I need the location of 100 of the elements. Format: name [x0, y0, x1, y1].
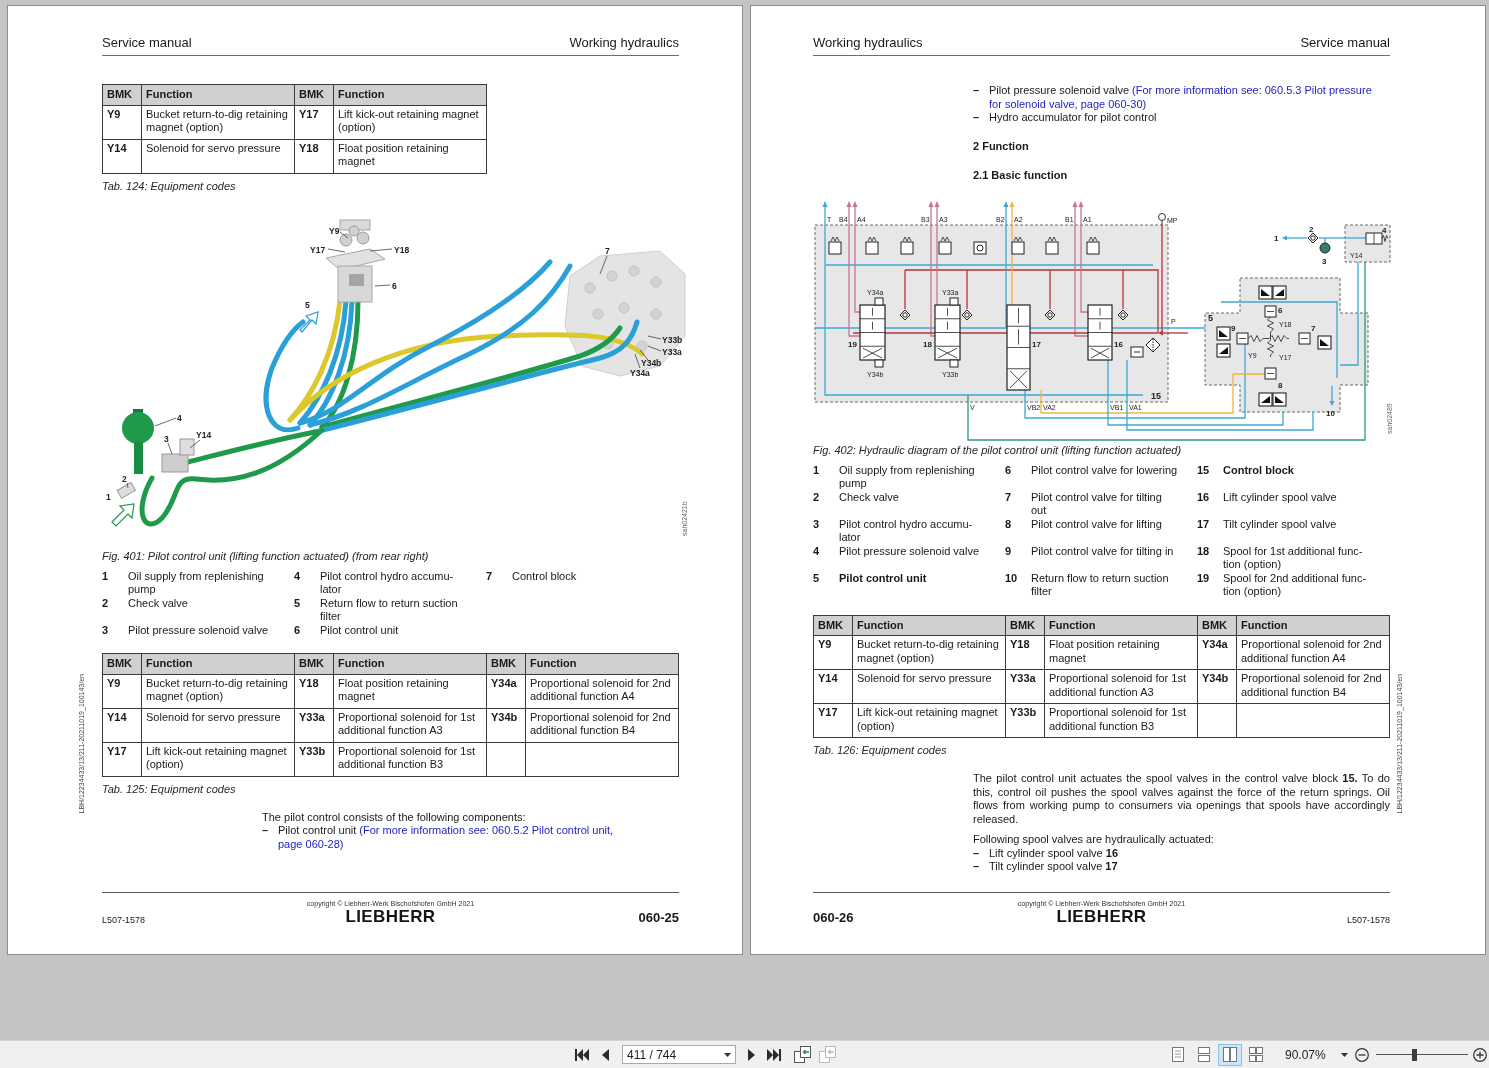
view-history-button[interactable]	[792, 1043, 812, 1066]
section-heading: 2 Function	[973, 140, 1030, 154]
table-cell: Float position retaining magnet	[333, 674, 487, 708]
continuous-two-pages-icon	[1249, 1047, 1263, 1062]
column-header: BMK	[102, 84, 142, 105]
table-cell: Y14	[102, 708, 142, 742]
table-cell: Solenoid for servo pressure	[852, 669, 1006, 704]
caption: Tab. 125: Equipment codes	[102, 781, 237, 796]
legend-number: 2	[813, 490, 821, 505]
column-header: Function	[525, 653, 679, 674]
column-header: BMK	[486, 653, 526, 674]
legend-number: 10	[1005, 571, 1019, 586]
legend-text: Pilot pressure solenoid valve	[839, 544, 981, 559]
table-cell: Y14	[813, 669, 853, 704]
legend-text: Return flow to return suction filter	[1031, 571, 1170, 599]
legend-number: 3	[813, 517, 821, 532]
caret-icon	[724, 1052, 731, 1057]
table-cell: Float position retaining magnet	[333, 139, 487, 173]
solenoid-valve-symbol	[1365, 232, 1389, 244]
callout-label: Y33a	[662, 346, 682, 357]
pilot-valve	[1298, 332, 1311, 344]
table-cell: Proportional solenoid for 1st additional function B3	[1044, 703, 1198, 738]
check-valve-symbol	[1117, 309, 1129, 320]
leader-line	[167, 442, 173, 454]
two-page-view-button[interactable]	[1218, 1043, 1242, 1066]
callout-label: 2	[122, 473, 127, 484]
leader-line	[327, 248, 346, 252]
accumulator-symbol	[1319, 242, 1331, 253]
check-valve-symbol	[961, 309, 973, 320]
last-page-icon	[767, 1048, 781, 1061]
legend-number: 9	[1005, 544, 1013, 559]
section-heading: 2.1 Basic function	[973, 169, 1069, 183]
diagram-label: 9	[1231, 323, 1236, 333]
filter-symbol	[1145, 337, 1161, 352]
gauge-port-icon	[1158, 212, 1166, 221]
table-cell: Lift kick-out retaining magnet (option)	[852, 703, 1006, 738]
pilot-valve	[1236, 332, 1249, 344]
page-number: 060-25	[638, 910, 679, 926]
table-cell: Proportional solenoid for 1st additional function B3	[333, 742, 487, 776]
legend-text: Control block	[512, 569, 578, 584]
table-cell: Y9	[102, 674, 142, 708]
legend-number: 19	[1197, 571, 1211, 586]
list-item-text: Hydro accumulator for pilot control	[989, 111, 1157, 125]
legend-number: 5	[294, 596, 302, 611]
cross-reference-link[interactable]: (For more information see: 060.5.2 Pilot control unit,	[359, 824, 614, 836]
table-cell: Proportional solenoid for 1st additional function A3	[333, 708, 487, 742]
legend-text: Pilot control hydro accumu-lator	[320, 569, 455, 597]
cross-reference-link[interactable]: (For more information see: 060.5.3 Pilot pressure	[1132, 84, 1372, 96]
column-header: Function	[1236, 615, 1390, 636]
callout-label: Y33b	[662, 334, 683, 345]
paragraph: Following spool valves are hydraulically actuated:	[973, 833, 1215, 847]
table-cell: Y33a	[294, 708, 334, 742]
table-cell: Proportional solenoid for 1st additional function A3	[1044, 669, 1198, 704]
table-cell: Proportional solenoid for 2nd additional function A4	[525, 674, 679, 708]
legend-text: Return flow to return suction filter	[320, 596, 459, 624]
page-number-field[interactable]: 411 / 744	[622, 1045, 736, 1064]
table-cell: Float position retaining magnet	[1044, 635, 1198, 670]
table-cell: Y18	[294, 139, 334, 173]
callout-label: Y14	[196, 429, 212, 440]
legend-text: Pilot control valve for tilting in	[1031, 544, 1175, 559]
port-arrow	[1329, 384, 1335, 406]
column-header: Function	[333, 84, 487, 105]
diagram-label: 18	[923, 339, 932, 349]
diagram-label: 8	[1278, 380, 1283, 390]
column-header: Function	[333, 653, 487, 674]
table-cell: Lift kick-out retaining magnet (option)	[141, 742, 295, 776]
table-cell: Y34a	[1197, 635, 1237, 670]
hydraulic-accumulator	[122, 408, 154, 474]
legend-number: 16	[1197, 490, 1211, 505]
cross-reference-link[interactable]: for solenoid valve, page 060-30)	[989, 97, 1147, 110]
legend-number: 2	[102, 596, 110, 611]
table-cell: Bucket return-to-dig retaining magnet (option)	[141, 105, 295, 139]
table-cell: Solenoid for servo pressure	[141, 139, 295, 173]
legend-text: Pilot control valve for tilting out	[1031, 490, 1163, 518]
legend-number: 17	[1197, 517, 1211, 532]
paragraph: The pilot control consists of the following components:	[262, 810, 527, 824]
logo: LIEBHERR	[344, 908, 437, 926]
pilot-valve	[1264, 367, 1277, 379]
table-cell: Lift kick-out retaining magnet (option)	[333, 105, 487, 139]
callout-label: 6	[392, 280, 397, 291]
legend-number: 5	[813, 571, 821, 586]
lever-pictogram-icon	[1272, 392, 1287, 406]
check-valve-symbol	[1307, 232, 1319, 243]
cross-reference-link[interactable]: page 060-28)	[278, 837, 344, 850]
zoom-in-icon	[1473, 1047, 1487, 1062]
lever-pictogram-icon	[1216, 326, 1231, 340]
legend-number: 7	[1005, 490, 1013, 505]
legend-number: 1	[102, 569, 110, 584]
document-number: L507-1578	[102, 915, 147, 926]
callout-label: Y18	[394, 244, 410, 255]
pages-arrow-icon	[818, 1046, 836, 1063]
legend-number: 4	[294, 569, 302, 584]
column-header: Function	[852, 615, 1006, 636]
valve-symbol	[865, 236, 879, 254]
check-valve-symbol	[899, 309, 911, 320]
slider-thumb[interactable]	[1412, 1048, 1418, 1061]
callout-label: Y34a	[630, 367, 650, 378]
pilot-valve	[1264, 305, 1277, 317]
legend-text: Tilt cylinder spool valve	[1223, 517, 1338, 532]
zoom-field[interactable]: 90.07%	[1278, 1045, 1350, 1064]
